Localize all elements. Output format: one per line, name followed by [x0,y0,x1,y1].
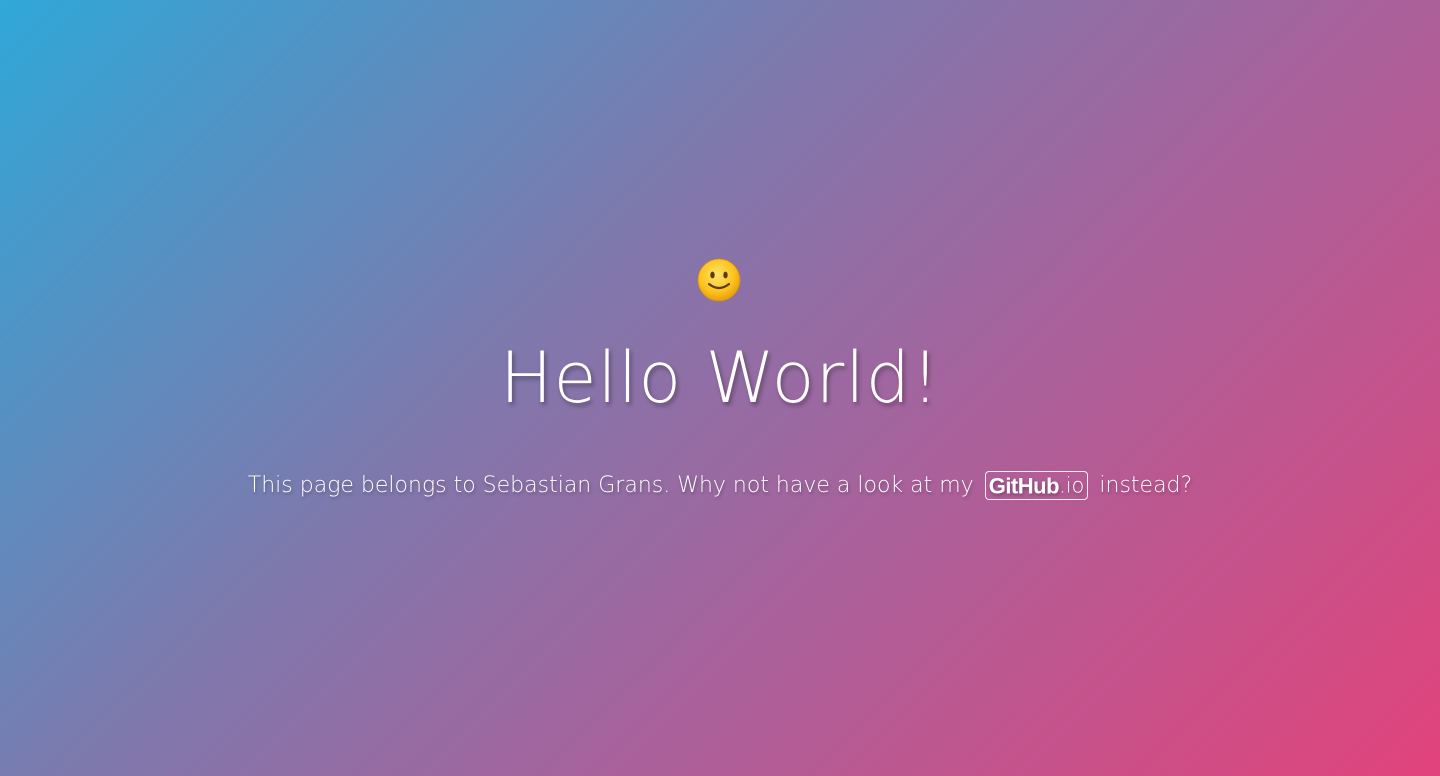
subtitle-text-after: instead? [1099,473,1193,498]
page-subtitle: This page belongs to Sebastian Grans. Wh… [0,470,1440,502]
github-io-link[interactable]: GitHub.io [984,470,1089,500]
page-title: Hello World! [499,337,941,419]
subtitle-text-before: This page belongs to Sebastian Grans. Wh… [247,473,974,498]
smiling-face-icon [697,258,741,302]
page-content: Hello World! This page belongs to Sebast… [0,0,1440,776]
github-link-label: GitHub [988,473,1060,498]
github-link-suffix: .io [1059,473,1085,497]
